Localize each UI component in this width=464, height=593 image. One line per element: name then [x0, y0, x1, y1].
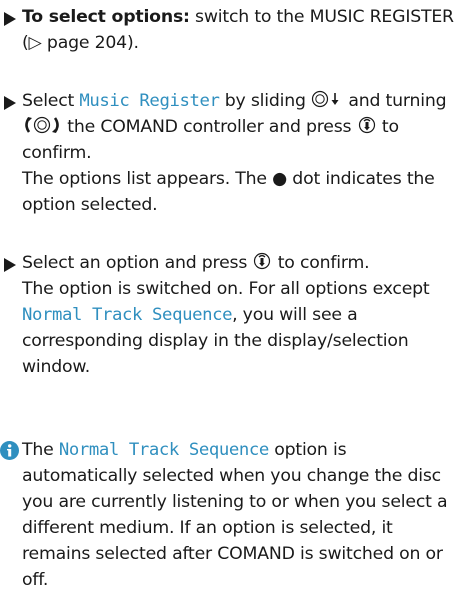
info-icon: [0, 441, 19, 460]
step-heading: To select options:: [22, 7, 190, 27]
step-select-option: Select an option and press to confirm. T…: [22, 250, 462, 380]
step-arrow-icon: [3, 96, 17, 110]
step-result: The option is switched on. For all optio…: [22, 279, 430, 299]
step-text: Select: [22, 91, 80, 111]
step-text: by sliding: [219, 91, 312, 111]
step-text: the COMAND controller and press: [62, 117, 357, 137]
info-note: The Normal Track Sequence option is auto…: [22, 437, 462, 593]
step-text: and turning: [343, 91, 447, 111]
step-select-options: To select options: switch to the MUSIC R…: [22, 4, 462, 56]
info-text: The: [22, 440, 59, 460]
step-select-music-register: Select Music Register by sliding and tur…: [22, 88, 462, 218]
manual-page: To select options: switch to the MUSIC R…: [0, 0, 464, 590]
display-text-normal-track-sequence: Normal Track Sequence: [22, 305, 233, 325]
info-text: option is automatically selected when yo…: [22, 440, 448, 590]
step-arrow-icon: [3, 12, 17, 26]
controller-press-icon: [252, 252, 272, 270]
controller-press-icon: [357, 116, 377, 134]
display-text-normal-track-sequence: Normal Track Sequence: [58, 440, 269, 460]
step-arrow-icon: [3, 258, 17, 272]
controller-turn-icon: [22, 115, 62, 135]
step-text: Select an option and press: [22, 253, 253, 273]
controller-slide-down-icon: [311, 90, 343, 108]
display-text-music-register: Music Register: [79, 91, 220, 111]
step-result: The options list appears. The ● dot indi…: [22, 169, 435, 215]
step-text: to confirm.: [272, 253, 370, 273]
